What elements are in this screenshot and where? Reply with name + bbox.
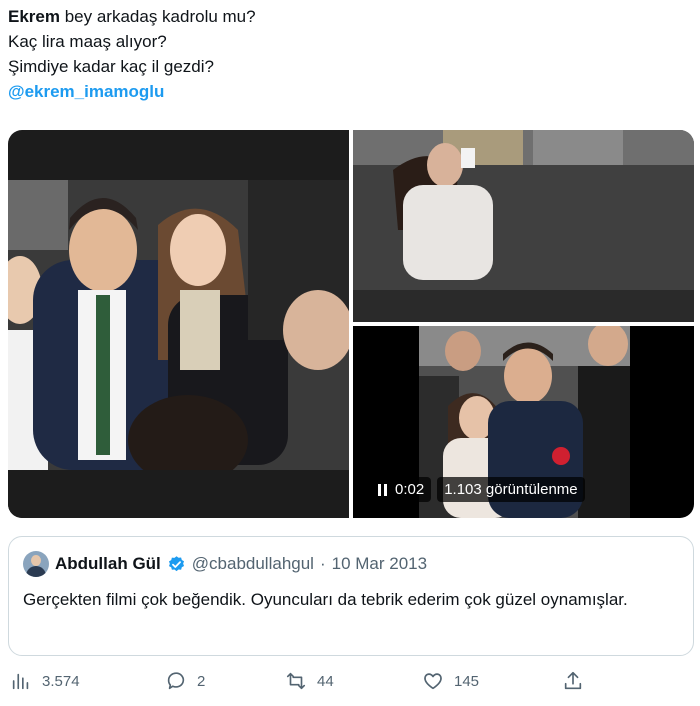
video-time-chip[interactable]: 0:02 [371, 477, 432, 502]
video-time: 0:02 [395, 481, 425, 498]
heart-icon [424, 673, 442, 690]
like-button[interactable]: 145 [422, 670, 479, 692]
mention-link[interactable]: @ekrem_imamoglu [8, 82, 164, 101]
quoted-author-name[interactable]: Abdullah Gül [55, 554, 161, 574]
video-views-chip: 1.103 görüntülenme [437, 477, 585, 502]
avatar[interactable] [23, 551, 49, 577]
photo-2-image [353, 130, 694, 322]
video-player[interactable]: 0:02 1.103 görüntülenme [353, 326, 694, 518]
retweet-button[interactable]: 44 [285, 670, 334, 692]
photo-2[interactable] [353, 130, 694, 322]
photo-1[interactable] [8, 130, 349, 518]
retweet-icon [286, 672, 306, 690]
quoted-tweet-text: Gerçekten filmi çok beğendik. Oyuncuları… [23, 590, 628, 609]
reply-count: 2 [197, 672, 206, 690]
tweet-bold-name: Ekrem [8, 7, 60, 26]
views-button[interactable]: 3.574 [10, 670, 80, 692]
quoted-author-handle[interactable]: @cbabdullahgul [192, 554, 314, 574]
quoted-tweet[interactable]: Abdullah Gül @cbabdullahgul · 10 Mar 201… [8, 536, 694, 656]
video-controls: 0:02 1.103 görüntülenme [371, 477, 585, 502]
video-views: 1.103 görüntülenme [444, 481, 578, 498]
reply-button[interactable]: 2 [165, 670, 205, 692]
tweet-line-2: Kaç lira maaş alıyor? [8, 32, 167, 51]
retweet-count: 44 [317, 672, 334, 690]
views-chart-icon [12, 673, 29, 690]
tweet-text: Ekrem bey arkadaş kadrolu mu? Kaç lira m… [8, 4, 688, 104]
pause-icon[interactable] [378, 483, 387, 496]
verified-badge-icon [168, 555, 184, 571]
quoted-date[interactable]: 10 Mar 2013 [332, 554, 427, 574]
like-count: 145 [454, 672, 480, 690]
reply-icon [167, 672, 185, 690]
media-grid: 0:02 1.103 görüntülenme [8, 130, 694, 518]
share-icon [564, 671, 582, 690]
quoted-tweet-header: Abdullah Gül @cbabdullahgul · 10 Mar 201… [23, 551, 427, 577]
share-button[interactable] [562, 670, 584, 692]
separator-dot: · [319, 554, 326, 573]
views-count: 3.574 [42, 672, 80, 690]
photo-1-image [8, 130, 349, 518]
tweet-line-1: Ekrem bey arkadaş kadrolu mu? [8, 4, 688, 29]
tweet-line-3: Şimdiye kadar kaç il gezdi? [8, 57, 214, 76]
tweet-actions: 3.574 2 44 145 [0, 670, 700, 706]
tweet-line-1-rest: bey arkadaş kadrolu mu? [59, 7, 256, 26]
